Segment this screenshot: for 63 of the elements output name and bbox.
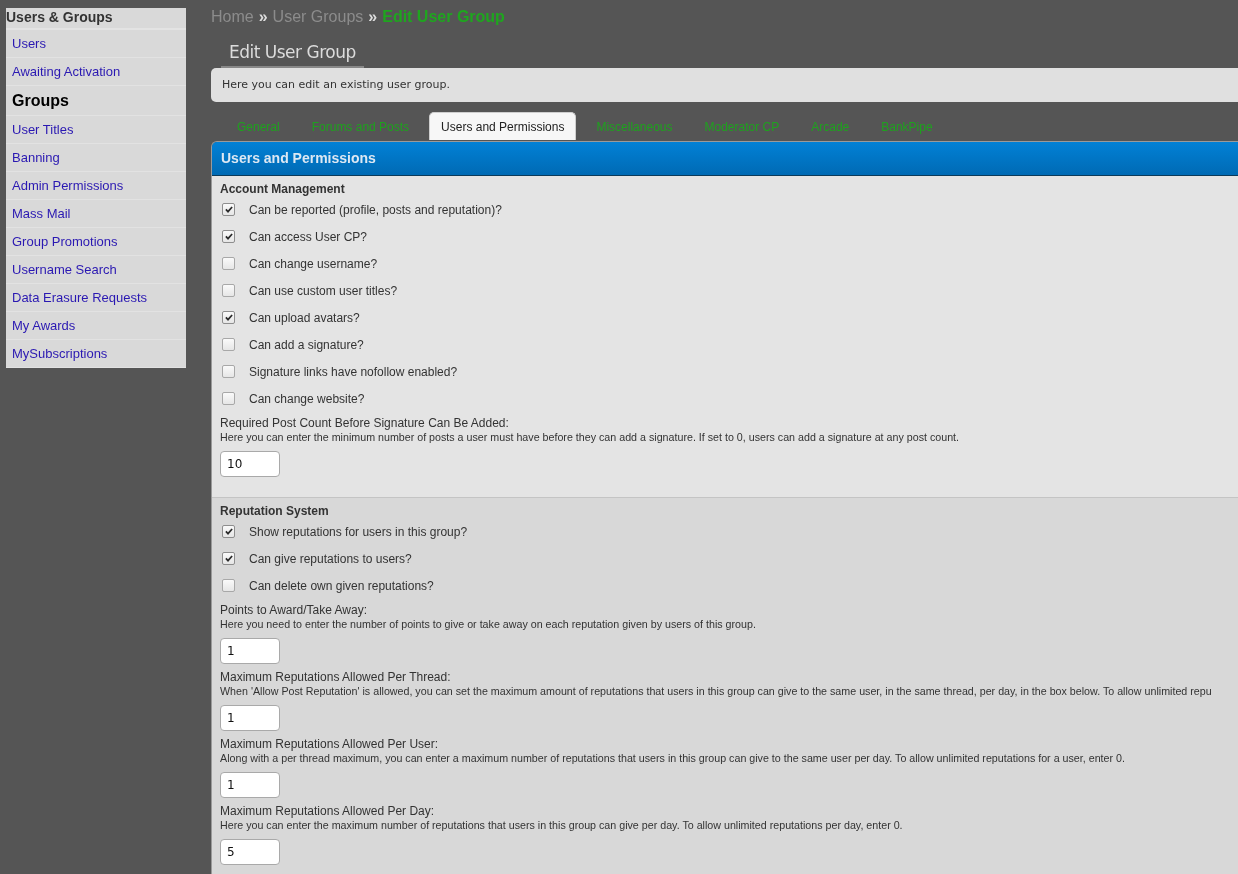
check-icon [224,528,233,535]
checkbox-label: Can access User CP? [249,229,368,244]
checkbox[interactable] [222,203,235,216]
checkbox-label: Can delete own given reputations? [249,578,434,593]
section-heading: Reputation System [220,504,330,518]
number-field[interactable]: 1 [220,772,280,798]
number-field[interactable]: 1 [220,705,280,731]
field-help: Here you need to enter the number of points to give or take away on each reputation given by users of this group. [220,617,756,631]
checkbox-label: Can change username? [249,256,378,271]
check-icon [224,314,233,321]
checkbox-label: Can add a signature? [249,337,364,352]
panel-title: Users and Permissions [212,142,1238,176]
checkbox-label: Show reputations for users in this group? [249,524,468,539]
check-icon [224,206,233,213]
checkbox-label: Can change website? [249,391,365,406]
check-icon [224,233,233,240]
checkbox[interactable] [222,525,235,538]
sidebar-link[interactable]: Admin Permissions [6,172,186,200]
checkbox-label: Signature links have nofollow enabled? [249,364,458,379]
field-help: When 'Allow Post Reputation' is allowed, you can set the maximum amount of reputations that users in this group can give to the same user, in the same thread, per day, in the box below. To allow unlimited repu [220,684,1212,698]
checkbox-label: Can use custom user titles? [249,283,398,298]
checkbox-label: Can give reputations to users? [249,551,412,566]
field-label: Maximum Reputations Allowed Per Day: [220,804,435,818]
number-field[interactable]: 5 [220,839,280,865]
sidebar-link[interactable]: Groups [6,86,186,116]
sidebar-link[interactable]: My Awards [6,312,186,340]
breadcrumb-separator: » [368,8,378,26]
sidebar-link[interactable]: Data Erasure Requests [6,284,186,312]
sidebar-link[interactable]: MySubscriptions [6,340,186,368]
sidebar-link[interactable]: Group Promotions [6,228,186,256]
sidebar-link[interactable]: Username Search [6,256,186,284]
checkbox[interactable] [222,338,235,351]
breadcrumb-separator: » [258,8,268,26]
breadcrumb-current: Edit User Group [382,8,505,26]
sidebar-link[interactable]: Banning [6,144,186,172]
field-label: Maximum Reputations Allowed Per User: [220,737,439,751]
checkbox[interactable] [222,552,235,565]
field-label: Points to Award/Take Away: [220,603,367,617]
field-help: Here you can enter the maximum number of reputations that users in this group can give per day. To allow unlimited reputations per day, enter 0. [220,818,903,832]
sidebar-title: Users & Groups [6,8,186,30]
section-heading: Account Management [220,182,346,196]
number-field[interactable]: 10 [220,451,280,477]
checkbox[interactable] [222,365,235,378]
checkbox-label: Can be reported (profile, posts and reputation)? [249,202,502,217]
check-icon [224,555,233,562]
checkbox[interactable] [222,257,235,270]
sidebar-link[interactable]: Mass Mail [6,200,186,228]
field-help: Along with a per thread maximum, you can enter a maximum number of reputations that users in this group can give to the same user per day. To allow unlimited reputations for a user, enter 0. [220,751,1125,765]
sidebar-link[interactable]: Users [6,30,186,58]
checkbox[interactable] [222,284,235,297]
field-label: Required Post Count Before Signature Can Be Added: [220,416,509,430]
checkbox[interactable] [222,230,235,243]
sidebar-link[interactable]: User Titles [6,116,186,144]
tab[interactable]: Users and Permissions [429,112,577,140]
field-label: Maximum Reputations Allowed Per Thread: [220,670,451,684]
sidebar-link[interactable]: Awaiting Activation [6,58,186,86]
checkbox[interactable] [222,311,235,324]
number-field[interactable]: 1 [220,638,280,664]
checkbox[interactable] [222,579,235,592]
field-help: Here you can enter the minimum number of posts a user must have before they can add a signature. If set to 0, users can add a signature at any post count. [220,430,960,444]
page-description: Here you can edit an existing user group. [211,68,1238,102]
checkbox-label: Can upload avatars? [249,310,360,325]
checkbox[interactable] [222,392,235,405]
